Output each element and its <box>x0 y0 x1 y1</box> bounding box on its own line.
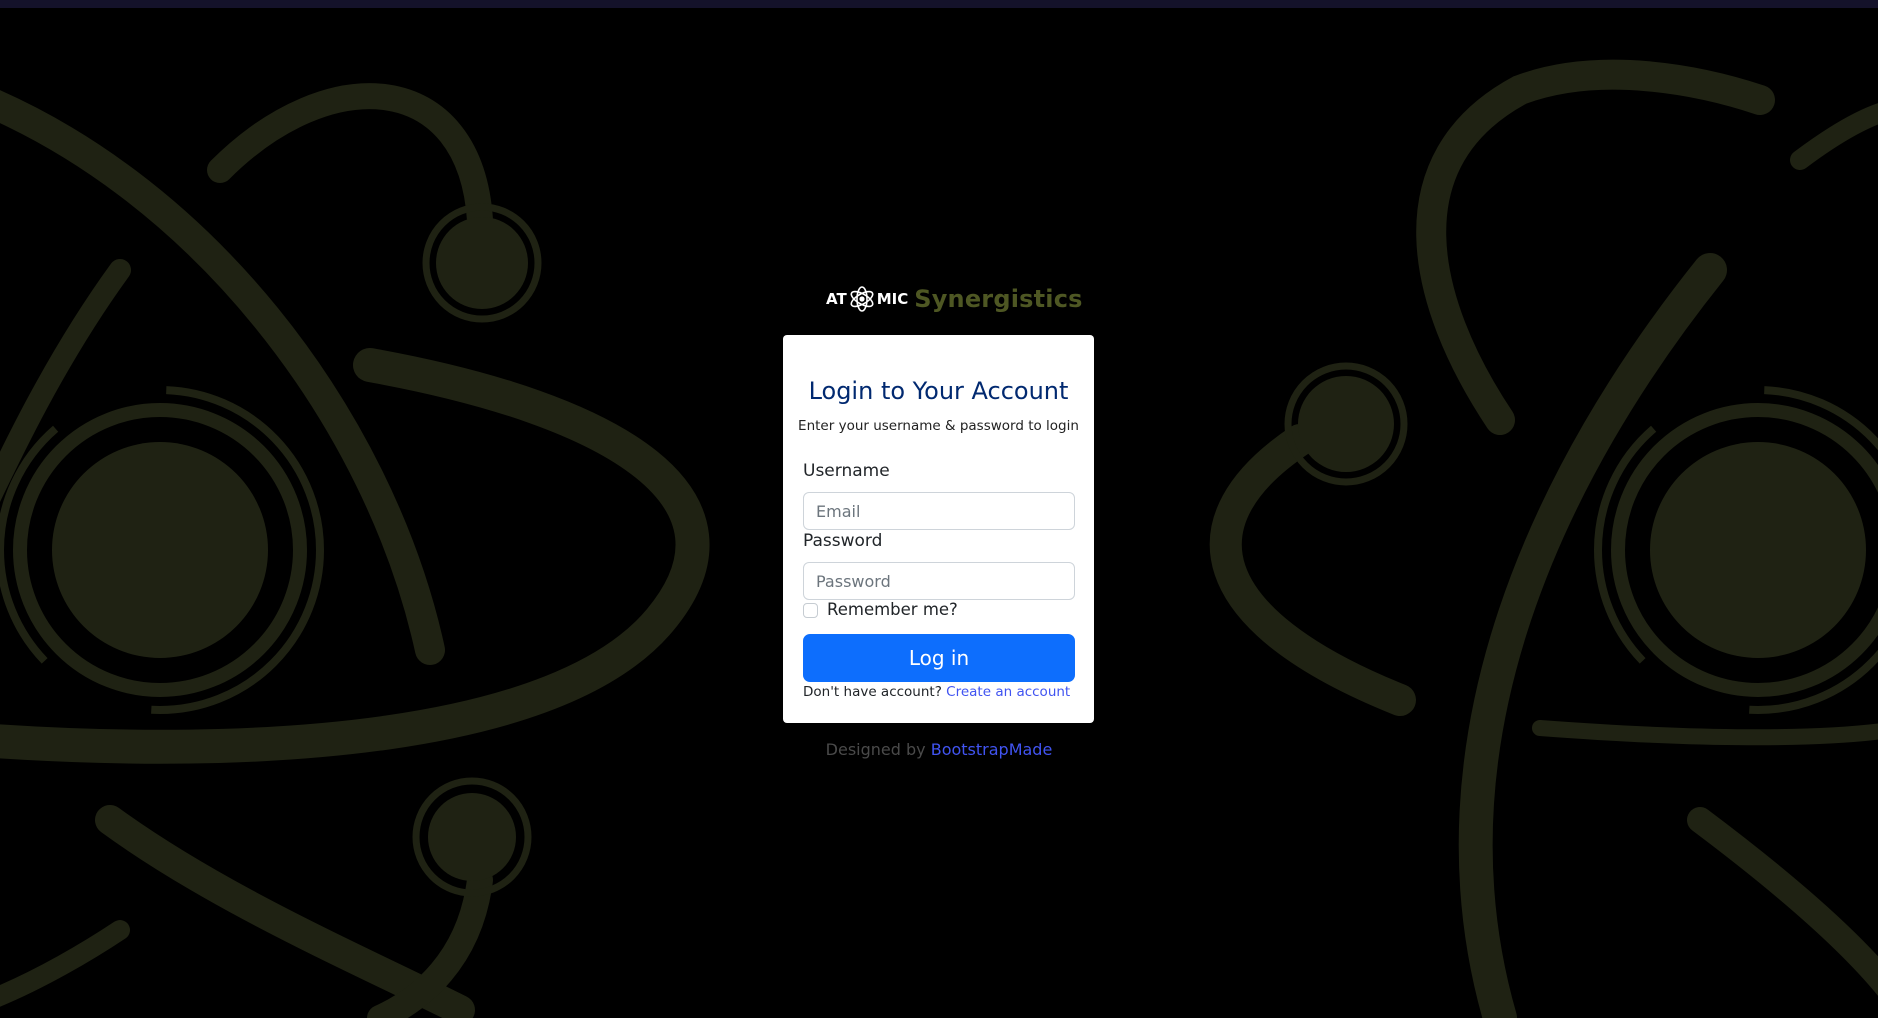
footer-credits: Designed by BootstrapMade <box>0 740 1878 759</box>
login-title: Login to Your Account <box>808 377 1069 405</box>
password-label: Password <box>803 531 883 551</box>
brand-logo[interactable]: AT MIC Synergistics <box>826 282 1083 316</box>
username-label: Username <box>803 461 890 481</box>
credits-text: Designed by <box>825 740 926 759</box>
brand-logo-prefix: AT <box>826 290 847 308</box>
login-subtitle: Enter your username & password to login <box>798 418 1079 434</box>
signup-prompt-line: Don't have account? Create an account <box>803 684 1070 700</box>
login-card: Login to Your Account Enter your usernam… <box>783 335 1094 723</box>
signup-prompt: Don't have account? <box>803 684 942 700</box>
atom-icon <box>850 286 874 312</box>
password-input[interactable] <box>803 562 1075 600</box>
remember-me-label[interactable]: Remember me? <box>827 600 958 619</box>
remember-me-checkbox[interactable] <box>803 603 818 618</box>
brand-name: Synergistics <box>914 285 1083 313</box>
brand-logo-atomic: AT MIC <box>826 285 908 313</box>
brand-logo-suffix: MIC <box>876 290 909 308</box>
username-input[interactable] <box>803 492 1075 530</box>
bootstrapmade-link[interactable]: BootstrapMade <box>931 740 1053 759</box>
create-account-link[interactable]: Create an account <box>946 684 1070 700</box>
login-button[interactable]: Log in <box>803 634 1075 682</box>
